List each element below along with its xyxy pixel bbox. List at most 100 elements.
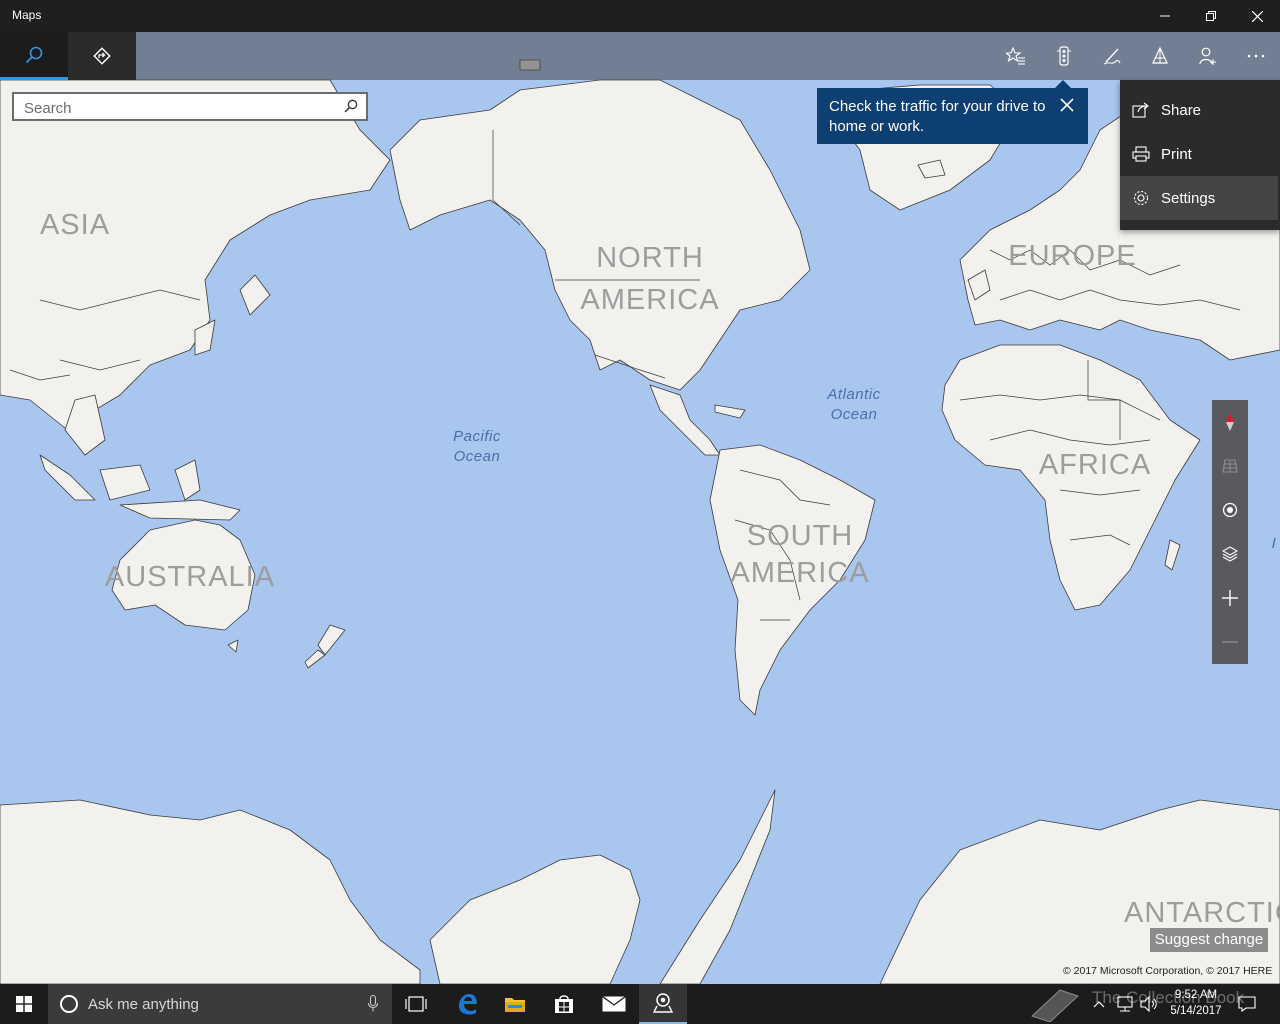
directions-icon	[93, 47, 111, 65]
ocean-label-atlantic-line1: Atlantic	[827, 386, 881, 403]
restore-button[interactable]	[1188, 0, 1234, 32]
ocean-label-indian-edge: I	[1271, 535, 1277, 552]
tilt-button[interactable]	[1212, 444, 1248, 488]
traffic-icon	[1057, 46, 1071, 66]
tip-pointer	[1055, 80, 1071, 88]
close-window-button[interactable]	[1234, 0, 1280, 32]
network-button[interactable]	[1116, 984, 1134, 1024]
ocean-label-atlantic-line2: Ocean	[830, 406, 878, 423]
search-icon	[25, 46, 43, 63]
menu-item-settings-label: Settings	[1161, 189, 1216, 207]
sign-in-button[interactable]	[1184, 32, 1232, 80]
map-copyright: © 2017 Microsoft Corporation, © 2017 HER…	[1063, 965, 1273, 977]
share-icon	[1132, 102, 1152, 118]
location-icon	[1222, 502, 1238, 518]
app-toolbar	[0, 32, 1280, 80]
menu-item-settings[interactable]: Settings	[1120, 176, 1278, 220]
taskbar-mail[interactable]	[590, 984, 638, 1024]
menu-item-share-label: Share	[1161, 101, 1202, 119]
search-box	[12, 92, 368, 121]
more-button[interactable]	[1232, 32, 1280, 80]
menu-item-print-label: Print	[1161, 145, 1192, 163]
search-submit-button[interactable]	[344, 99, 358, 118]
region-label-north: NORTH	[596, 242, 704, 274]
show-hidden-icons-button[interactable]	[1093, 984, 1105, 1024]
ocean-label-pacific-line2: Ocean	[453, 448, 501, 465]
world-map-land	[0, 59, 1280, 984]
compass-icon	[1226, 413, 1234, 431]
clock-time: 9:52 AM	[1174, 989, 1218, 1001]
my-location-button[interactable]	[1212, 488, 1248, 532]
tab-directions[interactable]	[68, 32, 136, 80]
zoom-in-button[interactable]	[1212, 576, 1248, 620]
print-icon	[1132, 146, 1152, 162]
tab-search[interactable]	[0, 32, 68, 80]
ocean-label-pacific: Pacific Ocean	[437, 427, 517, 467]
mail-icon	[602, 996, 626, 1012]
minus-icon	[1222, 641, 1238, 643]
taskbar-file-explorer[interactable]	[491, 984, 539, 1024]
search-icon	[344, 99, 358, 113]
title-bar: Maps	[0, 0, 1280, 32]
cortana-placeholder: Ask me anything	[88, 996, 199, 1013]
tilt-icon	[1222, 459, 1238, 473]
layers-icon	[1222, 546, 1238, 562]
cortana-icon	[60, 995, 78, 1013]
minimize-icon	[1160, 15, 1170, 17]
3d-cities-icon	[1152, 47, 1168, 64]
favorites-icon	[1006, 47, 1025, 65]
search-input[interactable]	[22, 97, 346, 119]
clock-date: 5/14/2017	[1170, 1005, 1222, 1017]
ocean-label-atlantic: Atlantic Ocean	[814, 385, 894, 425]
traffic-button[interactable]	[1040, 32, 1088, 80]
close-icon	[1060, 98, 1074, 112]
compass-button[interactable]	[1212, 400, 1248, 444]
person-add-icon	[1199, 47, 1216, 65]
tip-text: Check the traffic for your drive to home…	[829, 98, 1046, 135]
taskbar-maps[interactable]	[639, 984, 687, 1024]
plus-icon	[1222, 590, 1238, 606]
taskbar-task-view[interactable]	[392, 984, 440, 1024]
more-menu: Share Print Settings	[1120, 80, 1280, 230]
region-label-europe: EUROPE	[1008, 240, 1137, 272]
menu-item-print[interactable]: Print	[1120, 132, 1278, 176]
3d-cities-button[interactable]	[1136, 32, 1184, 80]
taskbar-store[interactable]	[540, 984, 588, 1024]
tip-close-button[interactable]	[1060, 98, 1078, 116]
region-label-america-north: AMERICA	[580, 284, 720, 316]
app-title: Maps	[12, 8, 42, 22]
zoom-out-button[interactable]	[1212, 620, 1248, 664]
region-label-australia: AUSTRALIA	[104, 561, 276, 593]
menu-item-share[interactable]: Share	[1120, 88, 1278, 132]
ink-button[interactable]	[1088, 32, 1136, 80]
network-icon	[1117, 996, 1133, 1012]
map-views-button[interactable]	[1212, 532, 1248, 576]
folder-icon	[505, 998, 525, 1012]
system-clock[interactable]: 9:52 AM 5/14/2017	[1160, 987, 1232, 1019]
region-label-south: SOUTH	[746, 520, 854, 552]
maps-icon	[652, 993, 674, 1013]
watermark-logo	[1030, 984, 1080, 1024]
notification-icon	[1238, 996, 1256, 1012]
gear-icon	[1132, 189, 1152, 207]
region-label-africa: AFRICA	[1038, 449, 1152, 481]
chevron-up-icon	[1093, 1001, 1105, 1008]
minimize-button[interactable]	[1142, 0, 1188, 32]
map-canvas[interactable]: ASIA NORTH AMERICA EUROPE AFRICA AUSTRAL…	[0, 32, 1280, 984]
mode-tabs	[0, 32, 136, 80]
restore-icon	[1206, 11, 1216, 21]
favorites-button[interactable]	[992, 32, 1040, 80]
region-label-america-south: AMERICA	[730, 557, 870, 589]
volume-button[interactable]	[1140, 984, 1158, 1024]
cortana-search-box[interactable]: Ask me anything	[48, 984, 392, 1024]
start-button[interactable]	[0, 984, 48, 1024]
action-center-button[interactable]	[1238, 984, 1256, 1024]
microphone-icon[interactable]	[368, 995, 378, 1017]
windows-logo-icon	[16, 996, 32, 1012]
close-icon	[1251, 10, 1263, 22]
suggest-change-button[interactable]: Suggest change	[1150, 928, 1268, 952]
traffic-tip: Check the traffic for your drive to home…	[817, 80, 1088, 144]
taskbar-edge[interactable]	[443, 984, 491, 1024]
region-label-asia: ASIA	[39, 209, 111, 241]
store-icon	[555, 995, 573, 1013]
